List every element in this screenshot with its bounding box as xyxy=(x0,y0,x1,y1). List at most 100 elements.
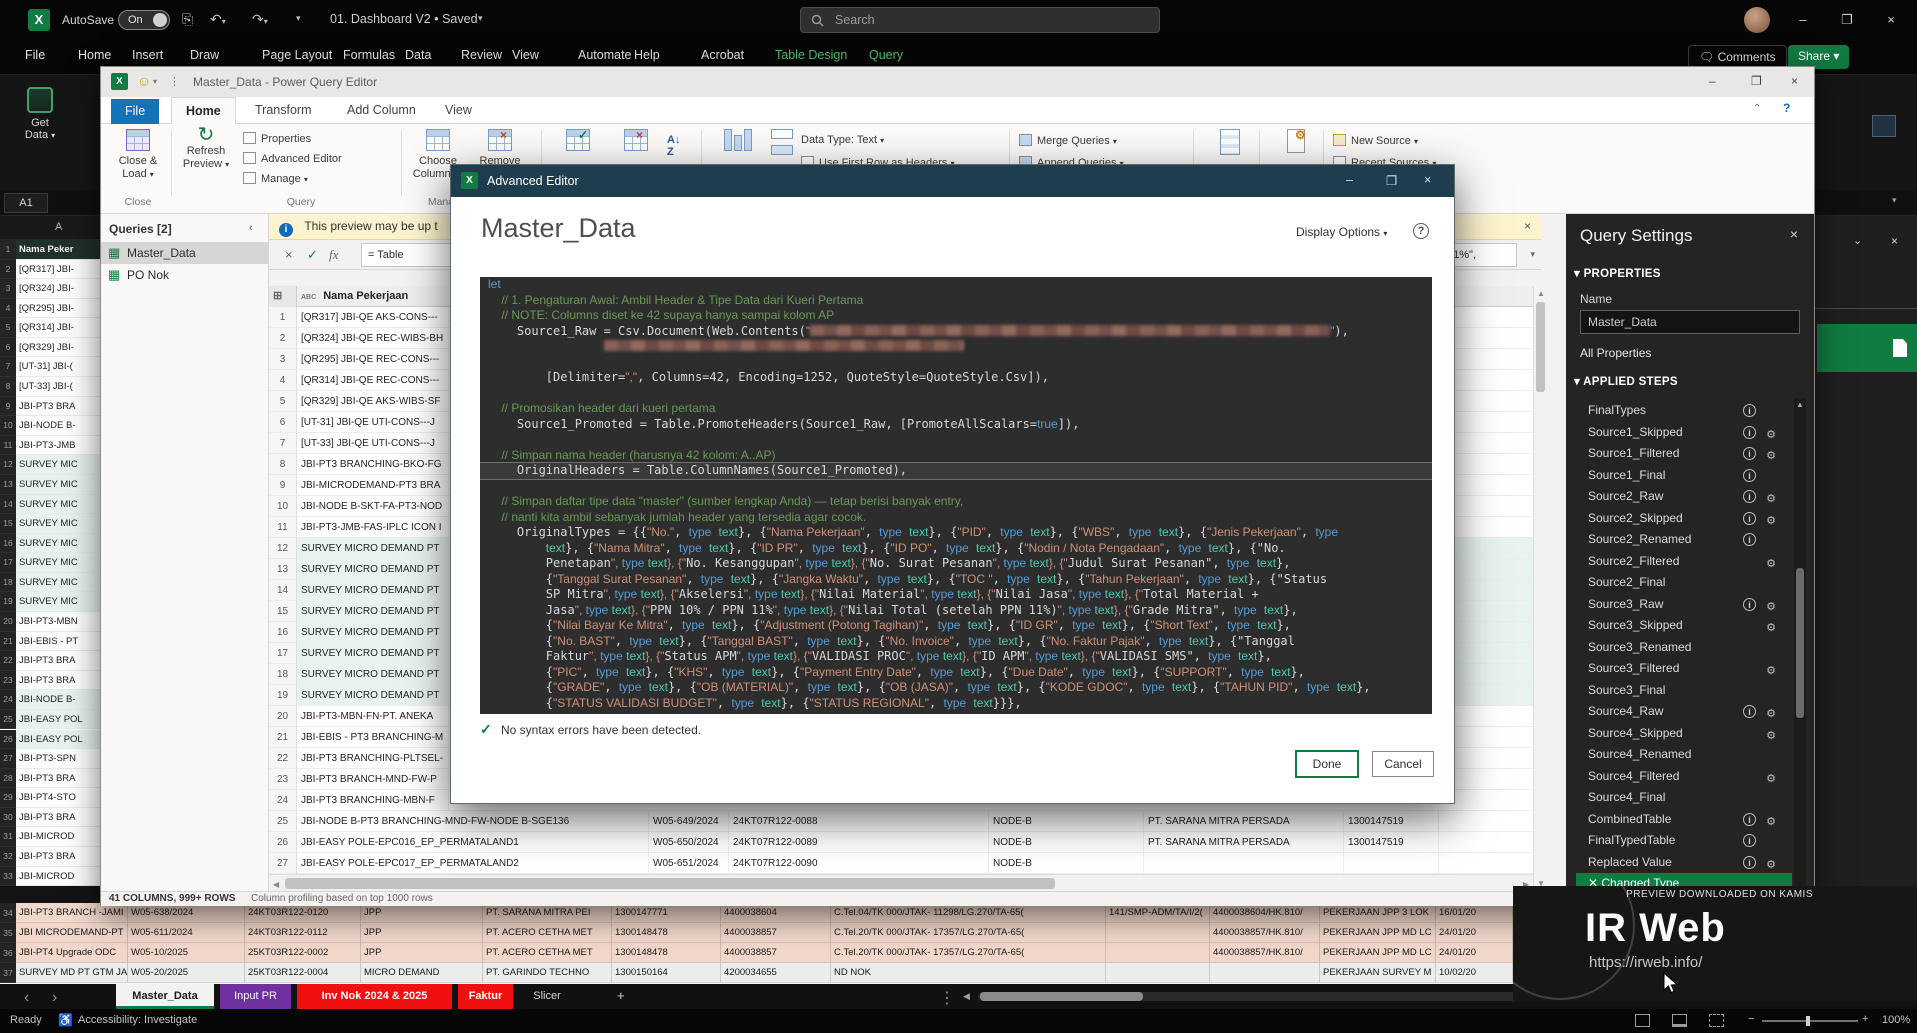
grid-cell[interactable]: 24KT07R122-0089 xyxy=(729,832,989,853)
excel-cell[interactable] xyxy=(1106,923,1210,943)
excel-cell[interactable]: 24KT03R122-0112 xyxy=(245,923,361,943)
sheet-nav-right-icon[interactable]: › xyxy=(52,989,57,1007)
excel-cell[interactable]: 1300150164 xyxy=(612,963,721,983)
add-sheet-button[interactable]: + xyxy=(617,988,625,1003)
refresh-preview-button[interactable]: ↻ RefreshPreview ▾ xyxy=(177,129,235,171)
step-info-icon[interactable]: i xyxy=(1743,834,1756,847)
grid-row-number[interactable]: 5 xyxy=(269,391,297,412)
autosave-toggle[interactable]: On xyxy=(118,10,170,30)
excel-cell[interactable]: W05-611/2024 xyxy=(128,923,245,943)
excel-cell[interactable]: SURVEY MIC xyxy=(16,534,106,554)
applied-step-source2-skipped[interactable]: Source2_Skippedi⚙ xyxy=(1576,508,1792,529)
step-settings-icon[interactable]: ⚙ xyxy=(1766,425,1776,443)
formula-cancel-icon[interactable]: × xyxy=(285,247,293,262)
row-number[interactable]: 18 xyxy=(0,573,16,593)
row-number[interactable]: 26 xyxy=(0,730,16,750)
row-number[interactable]: 10 xyxy=(0,416,16,436)
step-info-icon[interactable]: i xyxy=(1743,490,1756,503)
properties-section-header[interactable]: ▾ PROPERTIES xyxy=(1574,266,1661,280)
excel-cell[interactable]: W05-10/2025 xyxy=(128,943,245,963)
excel-tab-home[interactable]: Home xyxy=(78,48,111,62)
grid-row-number[interactable]: 10 xyxy=(269,496,297,517)
code-line[interactable]: text}, {"Nama Mitra", type text}, {"ID P… xyxy=(480,541,1432,557)
code-line[interactable]: OriginalTypes = {{"No.", type text}, {"N… xyxy=(480,525,1432,541)
code-line[interactable]: {"Nilai Bayar Ke Mitra", type text}, {"A… xyxy=(480,618,1432,634)
excel-tab-view[interactable]: View xyxy=(512,48,539,62)
qat-customize-icon[interactable]: ⋮ xyxy=(169,75,180,88)
applied-step-source2-final[interactable]: Source2_Final xyxy=(1576,572,1792,593)
step-settings-icon[interactable]: ⚙ xyxy=(1766,489,1776,507)
grid-row-number[interactable]: 14 xyxy=(269,580,297,601)
excel-cell[interactable]: SURVEY MIC xyxy=(16,553,106,573)
code-line[interactable]: // nanti kita ambil sebanyak jumlah head… xyxy=(480,510,1432,526)
excel-cell[interactable]: SURVEY MIC xyxy=(16,455,106,475)
applied-step-source4-raw[interactable]: Source4_Rawi⚙ xyxy=(1576,701,1792,722)
code-line[interactable]: // Simpan nama header (harusnya 42 kolom… xyxy=(480,448,1432,464)
view-layout-icon[interactable] xyxy=(1672,1014,1687,1027)
code-line[interactable]: {"No. BAST", type text}, {"Tanggal BAST"… xyxy=(480,634,1432,650)
excel-cell[interactable]: JBI-PT3-JMB xyxy=(16,436,106,456)
refresh-doc-icon[interactable] xyxy=(1893,339,1907,357)
grid-cell[interactable]: JBI-NODE B-PT3 BRANCHING-MND-FW-NODE B-S… xyxy=(297,811,649,832)
grid-row-number[interactable]: 9 xyxy=(269,475,297,496)
grid-row-number[interactable]: 24 xyxy=(269,790,297,811)
grid-hscrollbar[interactable]: ◀ ▶ xyxy=(269,874,1533,891)
sort-az-icon[interactable]: A↓Z xyxy=(667,134,680,158)
row-number[interactable]: 25 xyxy=(0,710,16,730)
grid-row-number[interactable]: 18 xyxy=(269,664,297,685)
grid-cell[interactable]: W05-651/2024 xyxy=(649,853,729,874)
excel-cell[interactable]: 141/SMP-ADM/TA/I/2( xyxy=(1106,903,1210,923)
query-list-item[interactable]: PO Nok▦ xyxy=(101,264,269,286)
grid-cell[interactable]: JBI-EBIS - PT3 BRANCHING-M xyxy=(297,727,449,748)
applied-step-source3-renamed[interactable]: Source3_Renamed xyxy=(1576,637,1792,658)
title-chevron-icon[interactable]: ▾ xyxy=(478,13,483,24)
help-icon[interactable]: ? xyxy=(1783,101,1790,115)
sheet-tab-slicer[interactable]: Slicer xyxy=(519,984,575,1009)
excel-cell[interactable]: 1300148478 xyxy=(612,943,721,963)
row-number[interactable]: 19 xyxy=(0,592,16,612)
grid-row-number[interactable]: 20 xyxy=(269,706,297,727)
code-line[interactable]: {"Tanggal Surat Pesanan", type text}, {"… xyxy=(480,572,1432,588)
excel-cell[interactable]: JBI-EASY POL xyxy=(16,710,106,730)
row-number[interactable]: 9 xyxy=(0,397,16,417)
hscroll-thumb[interactable] xyxy=(285,878,1055,889)
grid-cell[interactable]: SURVEY MICRO DEMAND PT xyxy=(297,685,449,706)
sheet-tab-master-data[interactable]: Master_Data xyxy=(116,984,214,1009)
excel-cell[interactable]: W05-638/2024 xyxy=(128,903,245,923)
redo-icon[interactable]: ↷▾ xyxy=(252,11,268,28)
applied-step-finaltypedtable[interactable]: FinalTypedTablei xyxy=(1576,830,1792,851)
steps-scroll-thumb[interactable] xyxy=(1796,568,1804,718)
excel-cell[interactable]: 4400038857 xyxy=(721,943,831,963)
grid-row-number[interactable]: 3 xyxy=(269,349,297,370)
excel-cell[interactable]: SURVEY MIC xyxy=(16,573,106,593)
code-line[interactable]: Source1_Promoted = Table.PromoteHeaders(… xyxy=(480,417,1432,433)
query-list-item-selected[interactable] xyxy=(1817,324,1917,372)
grid-cell[interactable]: [QR295] JBI-QE REC-CONS--- xyxy=(297,349,449,370)
row-number[interactable]: 16 xyxy=(0,534,16,554)
grid-cell[interactable]: PT. SARANA MITRA PERSADA xyxy=(1144,811,1344,832)
column-a-header[interactable]: A xyxy=(55,221,62,233)
excel-cell[interactable]: C.Tel.20/TK 000/JTAK- 17357/LG.270/TA-65… xyxy=(831,923,1106,943)
grid-row-number[interactable]: 15 xyxy=(269,601,297,622)
excel-cell[interactable]: PT. SARANA MITRA PEI xyxy=(483,903,612,923)
excel-cell[interactable]: 4400038604 xyxy=(721,903,831,923)
excel-cell[interactable]: 1300147771 xyxy=(612,903,721,923)
excel-cell[interactable]: [QR329] JBI- xyxy=(16,338,106,358)
grid-cell[interactable]: NODE-B xyxy=(989,832,1144,853)
grid-row-number[interactable]: 6 xyxy=(269,412,297,433)
applied-step-source4-skipped[interactable]: Source4_Skipped⚙ xyxy=(1576,723,1792,744)
grid-cell[interactable]: NODE-B xyxy=(989,811,1144,832)
query-settings-close-icon[interactable]: × xyxy=(1790,226,1798,242)
excel-cell[interactable]: 4400038857/HK.810/ xyxy=(1210,943,1320,963)
steps-scroll-up-icon[interactable]: ▲ xyxy=(1796,400,1804,409)
row-number[interactable]: 30 xyxy=(0,808,16,828)
grid-cell[interactable]: SURVEY MICRO DEMAND PT xyxy=(297,643,449,664)
excel-cell[interactable]: JBI-NODE B- xyxy=(16,416,106,436)
display-options-dropdown[interactable]: Display Options ▾ xyxy=(1296,225,1387,239)
excel-cell[interactable]: JBI-MICROD xyxy=(16,827,106,847)
code-line[interactable]: Penetapan", type text}, {"No. Kesanggupa… xyxy=(480,556,1432,572)
grid-cell[interactable]: [QR314] JBI-QE REC-CONS--- xyxy=(297,370,449,391)
grid-cell[interactable]: [QR317] JBI-QE AKS-CONS--- xyxy=(297,307,449,328)
excel-cell[interactable]: JBI-PT3 BRA xyxy=(16,651,106,671)
pq-restore-icon[interactable]: ❐ xyxy=(1751,74,1762,88)
